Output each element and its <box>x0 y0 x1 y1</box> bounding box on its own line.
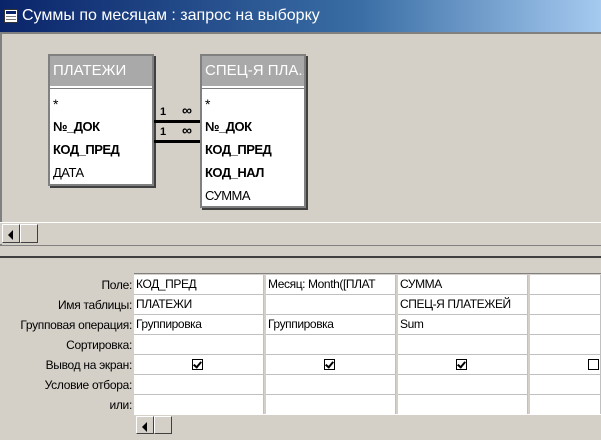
grid-cell-or[interactable] <box>530 395 601 415</box>
fieldlist-title[interactable]: СПЕЦ-Я ПЛА... <box>202 56 304 86</box>
relationship-one-marker: 1 <box>160 106 167 118</box>
column-divider[interactable] <box>528 275 530 415</box>
fieldlist-fields: * №_ДОК КОД_ПРЕД ДАТА <box>50 88 152 184</box>
row-label-table: Имя таблицы: <box>57 298 132 312</box>
relationship-many-marker: ∞ <box>182 102 192 118</box>
grid-cell-criteria[interactable] <box>134 375 264 395</box>
field-item[interactable]: ДАТА <box>53 162 84 184</box>
grid-cell-or[interactable] <box>266 395 396 415</box>
grid-cell-field[interactable]: СУММА <box>398 275 528 295</box>
relationship-line[interactable] <box>154 120 200 123</box>
grid-cell-table[interactable]: ПЛАТЕЖИ <box>134 295 264 315</box>
show-checkbox[interactable] <box>192 359 203 370</box>
grid-cell-total[interactable]: Группировка <box>266 315 396 335</box>
row-label-show: Вывод на экран: <box>45 358 133 372</box>
grid-cell-or[interactable] <box>398 395 528 415</box>
fieldlist-title[interactable]: ПЛАТЕЖИ <box>50 56 152 86</box>
show-checkbox[interactable] <box>588 359 599 370</box>
grid-cell-field[interactable]: КОД_ПРЕД <box>134 275 264 295</box>
scroll-thumb[interactable] <box>154 416 172 434</box>
grid-cell-show[interactable] <box>398 355 528 375</box>
row-label-total: Групповая операция: <box>20 318 132 332</box>
field-item[interactable]: СУММА <box>205 185 251 207</box>
grid-cell-or[interactable] <box>134 395 264 415</box>
field-item[interactable]: №_ДОК <box>205 116 252 138</box>
grid-cell-total[interactable]: Группировка <box>134 315 264 335</box>
grid-cell-sort[interactable] <box>134 335 264 355</box>
show-checkbox[interactable] <box>456 359 467 370</box>
pane-splitter[interactable] <box>0 245 601 258</box>
scroll-left-button[interactable] <box>136 416 154 434</box>
window-titlebar[interactable]: Суммы по месяцам : запрос на выборку <box>0 0 601 32</box>
column-selector-bar[interactable] <box>134 260 601 274</box>
relationship-line[interactable] <box>154 140 200 143</box>
column-divider[interactable] <box>396 275 398 415</box>
field-item[interactable]: КОД_ПРЕД <box>205 139 272 161</box>
grid-cell-total[interactable]: Sum <box>398 315 528 335</box>
query-grid-pane[interactable]: Поле: Имя таблицы: Групповая операция: С… <box>0 258 601 440</box>
relationship-one-marker: 1 <box>160 126 167 138</box>
scroll-thumb[interactable] <box>20 224 38 243</box>
grid-cell-sort[interactable] <box>266 335 396 355</box>
grid-scrollbar[interactable] <box>134 414 601 434</box>
relationship-many-marker: ∞ <box>182 122 192 138</box>
grid-cell-field[interactable] <box>530 275 601 295</box>
grid-cell-sort[interactable] <box>398 335 528 355</box>
scroll-left-button[interactable] <box>2 224 20 243</box>
grid-cell-table[interactable]: СПЕЦ-Я ПЛАТЕЖЕЙ <box>398 295 528 315</box>
table-design-pane[interactable]: ПЛАТЕЖИ * №_ДОК КОД_ПРЕД ДАТА СПЕЦ-Я ПЛА… <box>0 32 601 245</box>
grid-cell-criteria[interactable] <box>398 375 528 395</box>
grid-cell-field[interactable]: Месяц: Month([ПЛАТ <box>266 275 396 295</box>
design-pane-scrollbar[interactable] <box>0 222 601 244</box>
query-icon <box>4 9 18 23</box>
fieldlist-platezhi[interactable]: ПЛАТЕЖИ * №_ДОК КОД_ПРЕД ДАТА <box>48 54 154 186</box>
show-checkbox[interactable] <box>324 359 335 370</box>
field-item[interactable]: * <box>53 93 58 115</box>
column-divider[interactable] <box>264 275 266 415</box>
row-label-sort: Сортировка: <box>66 338 132 352</box>
window-title: Суммы по месяцам : запрос на выборку <box>22 7 320 24</box>
grid-cell-show[interactable] <box>530 355 601 375</box>
field-item[interactable]: * <box>205 93 210 115</box>
field-item[interactable]: КОД_ПРЕД <box>53 139 120 161</box>
grid-cell-total[interactable] <box>530 315 601 335</box>
field-item[interactable]: КОД_НАЛ <box>205 162 264 184</box>
grid-cell-table[interactable] <box>530 295 601 315</box>
grid-cell-sort[interactable] <box>530 335 601 355</box>
grid-cell-criteria[interactable] <box>266 375 396 395</box>
field-item[interactable]: №_ДОК <box>53 116 100 138</box>
row-label-or: или: <box>109 398 132 412</box>
grid-cell-table[interactable] <box>266 295 396 315</box>
grid-cell-show[interactable] <box>266 355 396 375</box>
grid-cell-criteria[interactable] <box>530 375 601 395</box>
row-label-field: Поле: <box>101 278 132 292</box>
fieldlist-spec-platezhei[interactable]: СПЕЦ-Я ПЛА... * №_ДОК КОД_ПРЕД КОД_НАЛ С… <box>200 54 306 208</box>
row-label-criteria: Условие отбора: <box>44 378 133 392</box>
grid-cell-show[interactable] <box>134 355 264 375</box>
fieldlist-fields: * №_ДОК КОД_ПРЕД КОД_НАЛ СУММА <box>202 88 304 206</box>
